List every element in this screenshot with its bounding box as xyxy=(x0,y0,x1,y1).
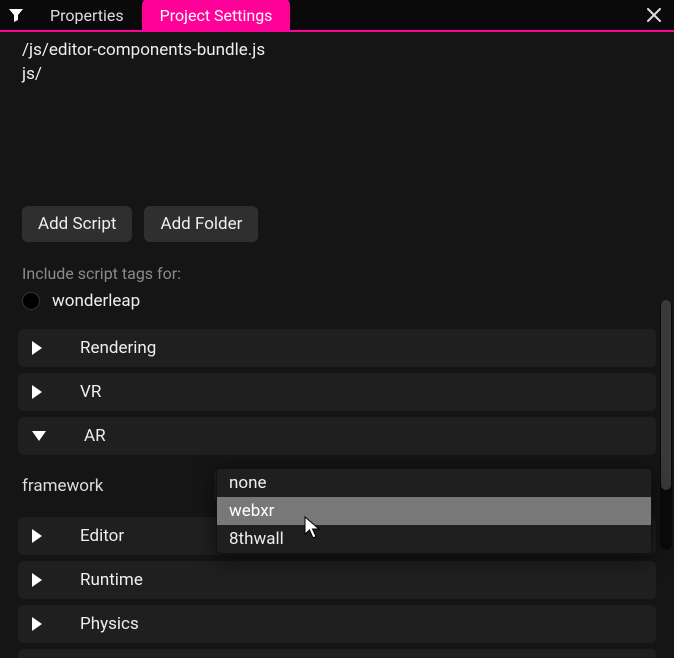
checkbox-icon[interactable] xyxy=(22,292,40,310)
section-label: Runtime xyxy=(68,570,143,590)
section-label: Rendering xyxy=(68,338,156,358)
include-item-label: wonderleap xyxy=(52,291,140,311)
scrollbar-thumb[interactable] xyxy=(661,300,671,490)
chevron-right-icon xyxy=(32,617,42,631)
chevron-right-icon xyxy=(32,573,42,587)
section-label: Editor xyxy=(68,526,124,546)
panel-content: /js/editor-components-bundle.js js/ Add … xyxy=(0,32,674,658)
framework-option-webxr[interactable]: webxr xyxy=(217,497,651,525)
tab-properties[interactable]: Properties xyxy=(32,0,142,31)
tab-bar: Properties Project Settings xyxy=(0,0,674,32)
chevron-right-icon xyxy=(32,529,42,543)
section-physics[interactable]: Physics xyxy=(18,605,656,643)
add-script-button[interactable]: Add Script xyxy=(22,206,132,242)
script-path-item[interactable]: /js/editor-components-bundle.js xyxy=(22,38,652,62)
section-label: AR xyxy=(72,426,106,446)
section-runtime[interactable]: Runtime xyxy=(18,561,656,599)
chevron-right-icon xyxy=(32,341,42,355)
add-folder-button[interactable]: Add Folder xyxy=(144,206,258,242)
vertical-scrollbar[interactable] xyxy=(660,300,672,550)
section-label: Physics xyxy=(68,614,139,634)
close-icon[interactable] xyxy=(634,0,674,31)
chevron-down-icon xyxy=(32,431,46,441)
script-path-item[interactable]: js/ xyxy=(22,62,652,86)
include-tags-label: Include script tags for: xyxy=(18,264,656,283)
section-rendering[interactable]: Rendering xyxy=(18,329,656,367)
script-paths-list: /js/editor-components-bundle.js js/ xyxy=(18,32,656,86)
tab-project-settings[interactable]: Project Settings xyxy=(142,0,291,31)
framework-dropdown[interactable]: none webxr 8thwall xyxy=(216,468,652,554)
framework-option-none[interactable]: none xyxy=(217,469,651,497)
section-ar[interactable]: AR xyxy=(18,417,656,455)
filter-icon[interactable] xyxy=(0,0,32,31)
framework-label: framework xyxy=(22,476,200,496)
framework-option-8thwall[interactable]: 8thwall xyxy=(217,525,651,553)
include-item-wonderleap[interactable]: wonderleap xyxy=(18,291,656,311)
section-vr[interactable]: VR xyxy=(18,373,656,411)
chevron-right-icon xyxy=(32,385,42,399)
section-assets[interactable]: Assets xyxy=(18,649,656,658)
project-settings-panel: Properties Project Settings /js/editor-c… xyxy=(0,0,674,658)
section-label: VR xyxy=(68,382,101,402)
